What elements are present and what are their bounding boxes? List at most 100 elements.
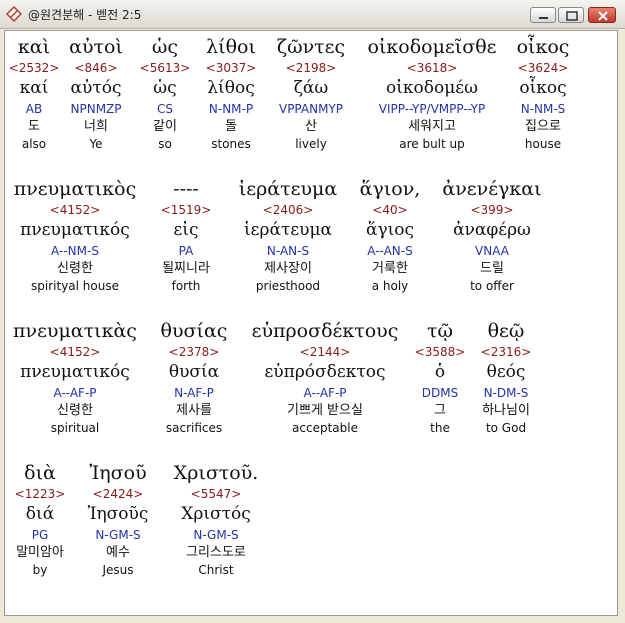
lemma: καί [19,78,49,98]
word-block[interactable]: Ἰησοῦ <2424> Ἰησοῦς N-GM-S 예수 Jesus [80,460,156,578]
greek-word: ζῶντες [276,36,346,58]
korean-gloss: 말미암아 [16,545,64,560]
english-gloss: Christ [198,563,234,577]
lemma: ἱεράτευμα [243,220,333,240]
strong-number[interactable]: <1519> [150,202,222,218]
korean-gloss: 하나님이 [482,403,530,418]
english-gloss: priesthood [255,279,321,293]
word-block[interactable]: ὡς <5613> ὡς CS 같이 so [138,34,192,152]
lemma: Ἰησοῦς [87,504,149,524]
strong-number[interactable]: <3624> [510,60,576,76]
strong-number[interactable]: <2532> [8,60,60,76]
morph-code: A--NM-S [51,244,99,258]
morph-code: VNAA [475,244,509,258]
morph-code: A--AF-P [303,386,347,400]
strong-number[interactable]: <399> [434,202,550,218]
bible-app-icon [5,5,23,23]
strong-number[interactable]: <2406> [230,202,346,218]
strong-number[interactable]: <2198> [268,60,354,76]
korean-gloss: 너희 [84,119,108,134]
word-block[interactable]: οἶκος <3624> οἶκος N-NM-S 집으로 house [510,34,576,152]
word-block[interactable]: διὰ <1223> διά PG 말미암아 by [8,460,72,578]
lemma: ἅγιος [365,220,415,240]
word-block[interactable]: τῷ <3588> ὁ DDMS 그 the [412,318,468,436]
word-block[interactable]: αὐτοὶ <846> αὐτός NPNMZP 너희 Ye [62,34,130,152]
english-gloss: forth [171,279,201,293]
word-block[interactable]: θυσίας <2378> θυσία N-AF-P 제사를 sacrifice… [150,318,238,436]
english-gloss: sacrifices [165,421,223,435]
english-gloss: spiritual [50,421,100,435]
english-gloss: Jesus [102,563,134,577]
word-block[interactable]: ἀνενέγκαι <399> ἀναφέρω VNAA 드릴 to offer [434,176,550,294]
word-block[interactable]: ζῶντες <2198> ζάω VPPANMYP 산 lively [268,34,354,152]
word-block[interactable]: πνευματικὸς <4152> πνευματικός A--NM-S 신… [8,176,142,294]
morph-code: PG [31,528,49,542]
strong-number[interactable]: <4152> [8,202,142,218]
strong-number[interactable]: <2378> [150,344,238,360]
word-block[interactable]: εὐπροσδέκτους <2144> εὐπρόσδεκτος A--AF-… [244,318,406,436]
strong-number[interactable]: <40> [354,202,426,218]
strong-number[interactable]: <2424> [80,486,156,502]
morph-code: N-AN-S [266,244,310,258]
lemma: λίθος [207,78,255,98]
word-block[interactable]: ἅγιον, <40> ἅγιος A--AN-S 거룩한 a holy [354,176,426,294]
english-gloss: to God [485,421,527,435]
english-gloss: the [430,421,450,435]
word-block[interactable]: Χριστοῦ. <5547> Χριστός N-GM-S 그리스도로 Chr… [164,460,268,578]
lemma: διά [25,504,55,524]
lemma: ζάω [293,78,329,98]
strong-number[interactable]: <2144> [244,344,406,360]
korean-gloss: 거룩한 [372,261,408,276]
scrollbar[interactable] [620,30,625,616]
strong-number[interactable]: <4152> [8,344,142,360]
strong-number[interactable]: <5613> [138,60,192,76]
word-block[interactable]: οἰκοδομεῖσθε <3618> οἰκοδομέω VIPP--YP/V… [362,34,502,152]
lemma: εἰς [173,220,199,240]
korean-gloss: 될찌니라 [162,261,210,276]
lemma: αὐτός [70,78,122,98]
korean-gloss: 돌 [225,119,237,134]
maximize-button[interactable] [558,7,584,23]
korean-gloss: 신령한 [57,403,93,418]
greek-word: εὐπροσδέκτους [251,320,399,342]
minimize-button[interactable] [530,7,556,23]
morph-code: N-GM-S [193,528,239,542]
morph-code: N-NM-P [208,102,254,116]
morph-code: N-GM-S [95,528,141,542]
strong-number[interactable]: <2316> [472,344,540,360]
korean-gloss: 신령한 [57,261,93,276]
strong-number[interactable]: <1223> [8,486,72,502]
word-block-selected[interactable]: καὶ <2532> καί AB 도 also [8,34,60,152]
greek-word: πνευματικὰς [13,320,137,342]
lemma: πνευματικός [20,220,130,240]
korean-gloss: 같이 [153,119,177,134]
lemma: εὐπρόσδεκτος [264,362,386,382]
word-block[interactable]: ἱεράτευμα <2406> ἱεράτευμα N-AN-S 제사장이 p… [230,176,346,294]
lemma: οἰκοδομέω [386,78,478,98]
strong-number[interactable]: <3618> [362,60,502,76]
english-gloss: Ye [89,137,103,151]
greek-word: οἶκος [516,36,570,58]
greek-word: ---- [173,178,199,200]
word-block[interactable]: θεῷ <2316> θεός N-DM-S 하나님이 to God [472,318,540,436]
strong-number[interactable]: <5547> [164,486,268,502]
greek-word: Χριστοῦ. [173,462,259,484]
close-button[interactable] [588,7,616,23]
word-block[interactable]: ---- <1519> εἰς PA 될찌니라 forth [150,176,222,294]
word-block[interactable]: πνευματικὰς <4152> πνευματικός A--AF-P 신… [8,318,142,436]
title-bar[interactable]: @원견분해 - 벧전 2:5 [0,0,625,29]
greek-word: ὡς [151,36,179,58]
maximize-icon [566,11,578,21]
korean-gloss: 제사장이 [264,261,312,276]
strong-number[interactable]: <3588> [412,344,468,360]
morph-code: NPNMZP [70,102,122,116]
english-gloss: also [21,137,47,151]
korean-gloss: 그리스도로 [186,545,246,560]
strong-number[interactable]: <3037> [198,60,264,76]
english-gloss: so [158,137,172,151]
strong-number[interactable]: <846> [62,60,130,76]
word-block[interactable]: λίθοι <3037> λίθος N-NM-P 돌 stones [198,34,264,152]
korean-gloss: 산 [305,119,317,134]
english-gloss: by [32,563,48,577]
lemma: ὡς [153,78,177,98]
